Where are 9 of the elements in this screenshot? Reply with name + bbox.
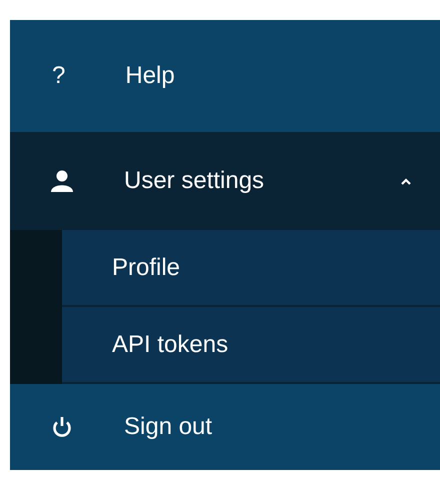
menu-item[interactable]: Sign out [10,384,440,470]
person-icon [50,170,74,192]
help-icon: ? [52,62,66,90]
menu-group-header[interactable]: User settings [10,132,440,230]
power-icon [50,416,74,438]
submenu-item[interactable]: Profile [62,230,440,307]
menu-item[interactable]: ? Help [10,20,440,132]
submenu-item[interactable]: API tokens [62,307,440,384]
caret-icon [400,177,412,185]
